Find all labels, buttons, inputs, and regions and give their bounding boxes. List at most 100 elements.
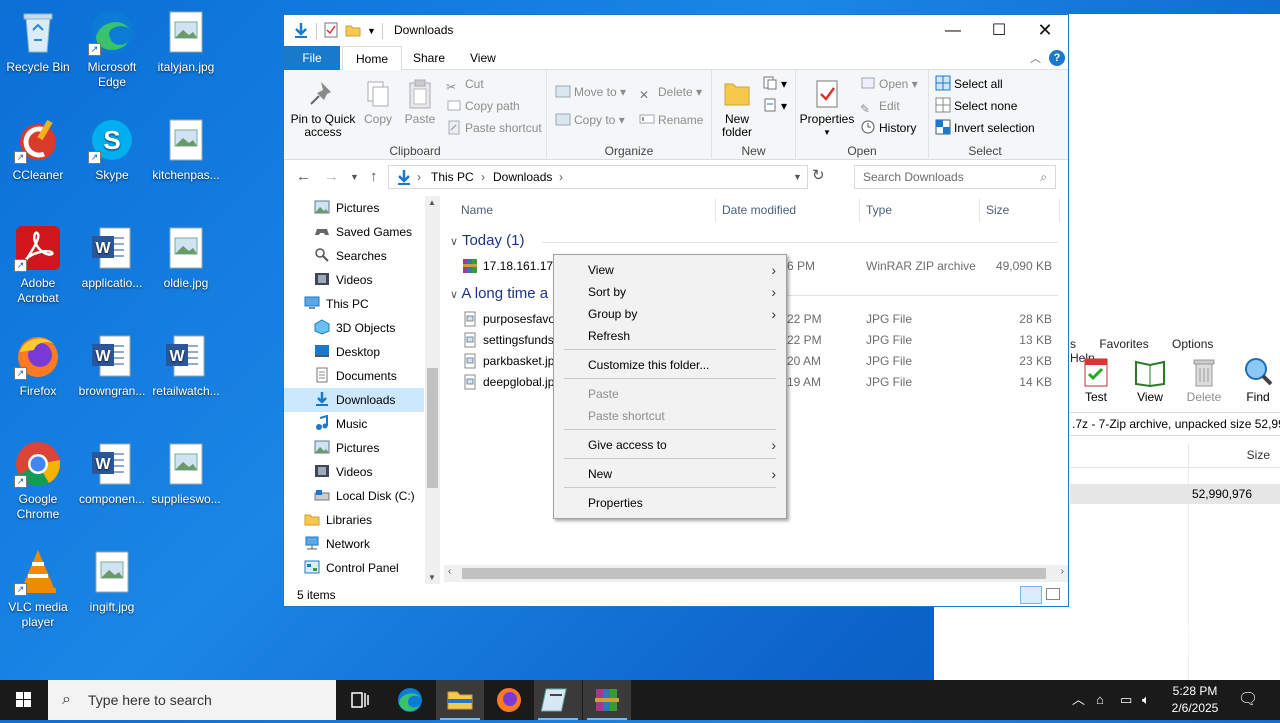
nav-item-videos[interactable]: Videos <box>284 460 424 484</box>
desktop-icon-browngran[interactable]: W browngran... <box>74 332 150 399</box>
desktop-icon-oldie[interactable]: oldie.jpg <box>148 224 224 291</box>
tab-share[interactable]: Share <box>400 46 458 70</box>
horizontal-scrollbar[interactable]: ‹ › <box>444 565 1068 582</box>
notifications-icon[interactable]: 🗨︎ <box>1238 680 1258 720</box>
desktop-icon-vlc[interactable]: ↗ VLC media player <box>0 548 76 630</box>
properties-qat-icon[interactable] <box>323 22 339 41</box>
taskbar-file-explorer[interactable] <box>436 680 484 720</box>
copy-path-button[interactable]: Copy path <box>446 96 520 116</box>
nav-item-this-pc[interactable]: This PC <box>284 292 424 316</box>
menu-item-new[interactable]: New › <box>556 463 784 485</box>
clock[interactable]: 5:28 PM 2/6/2025 <box>1160 683 1230 717</box>
nav-item-documents[interactable]: Documents <box>284 364 424 388</box>
taskbar-winrar[interactable] <box>583 680 631 720</box>
tab-view[interactable]: View <box>457 46 509 70</box>
desktop-icon-supplieswo[interactable]: supplieswo... <box>148 440 224 507</box>
menu-item-customize-this-folder[interactable]: Customize this folder... <box>556 354 784 376</box>
collapse-ribbon-icon[interactable]: ︿ <box>1030 50 1041 66</box>
scroll-right-icon[interactable]: › <box>1061 566 1064 577</box>
pin-to-quick-access-button[interactable]: Pin to Quick access <box>290 78 356 139</box>
desktop-icon-google-chrome[interactable]: ↗ Google Chrome <box>0 440 76 522</box>
nav-item-pictures[interactable]: Pictures <box>284 196 424 220</box>
select-none-button[interactable]: Select none <box>935 96 1017 116</box>
network-tray-icon[interactable]: ⌂ <box>1096 680 1104 720</box>
column-size-header[interactable]: Size <box>986 196 1009 224</box>
scrollbar-thumb[interactable] <box>427 368 438 488</box>
easy-access-button[interactable]: ▾ <box>762 96 787 116</box>
copy-to-button[interactable]: Copy to ▾ <box>555 110 625 130</box>
invert-selection-button[interactable]: Invert selection <box>935 118 1035 138</box>
desktop-icon-recycle-bin[interactable]: Recycle Bin <box>0 8 76 75</box>
7zip-menu-options[interactable]: Options <box>1172 337 1213 351</box>
nav-item-network[interactable]: Network <box>284 532 424 556</box>
new-folder-button[interactable]: New folder <box>714 78 760 139</box>
ethernet-icon[interactable]: ▭ <box>1120 680 1132 720</box>
new-folder-qat-icon[interactable] <box>345 22 361 41</box>
taskbar-firefox[interactable] <box>485 680 533 720</box>
group-header-long-time-ago[interactable]: ∨ A long time a <box>450 285 548 302</box>
recent-locations-button[interactable]: ▼ <box>350 172 359 182</box>
breadcrumb-downloads[interactable]: Downloads <box>493 166 552 188</box>
desktop-icon-firefox[interactable]: ↗ Firefox <box>0 332 76 399</box>
nav-item-desktop[interactable]: Desktop <box>284 340 424 364</box>
7zip-view-button[interactable]: View <box>1126 356 1174 404</box>
cut-button[interactable]: ✂ Cut <box>446 74 484 94</box>
menu-item-refresh[interactable]: Refresh <box>556 325 784 347</box>
nav-item-music[interactable]: Music <box>284 412 424 436</box>
7zip-path-bar[interactable]: .7z - 7-Zip archive, unpacked size 52,99… <box>1070 412 1280 436</box>
menu-item-paste-shortcut[interactable]: Paste shortcut <box>556 405 784 427</box>
desktop-icon-skype[interactable]: S ↗ Skype <box>74 116 150 183</box>
nav-item-control-panel[interactable]: Control Panel <box>284 556 424 580</box>
tab-home[interactable]: Home <box>342 46 403 71</box>
volume-icon[interactable]: 🔈︎ <box>1142 680 1150 720</box>
desktop-icon-applicatio[interactable]: W applicatio... <box>74 224 150 291</box>
desktop-icon-ccleaner[interactable]: ↗ CCleaner <box>0 116 76 183</box>
refresh-icon[interactable]: ↻ <box>812 166 825 184</box>
desktop-icon-componen[interactable]: W componen... <box>74 440 150 507</box>
address-dropdown-icon[interactable]: ▼ <box>793 166 802 188</box>
desktop-icon-kitchenpas[interactable]: kitchenpas... <box>148 116 224 183</box>
menu-item-view[interactable]: View › <box>556 259 784 281</box>
paste-button[interactable]: Paste <box>400 78 440 126</box>
up-button[interactable]: ↑ <box>370 168 378 185</box>
menu-item-group-by[interactable]: Group by › <box>556 303 784 325</box>
collapse-chevron-icon[interactable]: ∨ <box>450 289 458 301</box>
title-bar[interactable]: ▼ Downloads — ☐ ✕ <box>284 15 1068 46</box>
nav-item-libraries[interactable]: Libraries <box>284 508 424 532</box>
delete-button[interactable]: ✕ Delete ▾ <box>639 82 702 102</box>
rename-button[interactable]: Rename <box>639 110 703 130</box>
7zip-test-button[interactable]: Test <box>1072 356 1120 404</box>
group-header-today[interactable]: ∨ Today (1) <box>450 232 525 249</box>
breadcrumb-this-pc[interactable]: This PC <box>431 166 474 188</box>
7zip-delete-button[interactable]: Delete <box>1180 356 1228 404</box>
column-type-header[interactable]: Type <box>866 196 892 224</box>
task-view-button[interactable] <box>336 680 384 720</box>
history-button[interactable]: History <box>860 118 916 138</box>
start-button[interactable] <box>0 680 48 720</box>
taskbar-7zip[interactable] <box>534 680 582 720</box>
menu-item-properties[interactable]: Properties <box>556 492 784 514</box>
search-input[interactable]: Search Downloads ⌕ <box>854 165 1056 189</box>
navigation-scrollbar[interactable]: ▲ ▼ <box>425 196 440 584</box>
large-icons-view-icon[interactable] <box>1046 588 1060 600</box>
new-item-button[interactable]: ▾ <box>762 74 787 94</box>
nav-item-local-disk-c[interactable]: Local Disk (C:) <box>284 484 424 508</box>
select-all-button[interactable]: Select all <box>935 74 1003 94</box>
column-name-header[interactable]: Name <box>461 196 493 224</box>
address-bar[interactable]: › This PC › Downloads › ▼ <box>388 165 808 189</box>
7zip-menu-favorites[interactable]: Favorites <box>1099 337 1148 351</box>
search-icon[interactable]: ⌕ <box>1040 166 1047 188</box>
nav-item-downloads[interactable]: Downloads <box>284 388 424 412</box>
nav-item-videos[interactable]: Videos <box>284 268 424 292</box>
back-button[interactable]: ← <box>296 168 311 185</box>
scroll-up-icon[interactable]: ▲ <box>428 198 436 207</box>
qat-dropdown-icon[interactable]: ▼ <box>367 26 376 36</box>
nav-item-pictures[interactable]: Pictures <box>284 436 424 460</box>
close-button[interactable]: ✕ <box>1022 15 1068 46</box>
maximize-button[interactable]: ☐ <box>976 15 1022 46</box>
taskbar-edge[interactable] <box>386 680 434 720</box>
menu-item-sort-by[interactable]: Sort by › <box>556 281 784 303</box>
7zip-size-column-header[interactable]: Size <box>1190 448 1270 462</box>
nav-item-searches[interactable]: Searches <box>284 244 424 268</box>
7zip-menu-partial[interactable]: s <box>1070 337 1076 351</box>
